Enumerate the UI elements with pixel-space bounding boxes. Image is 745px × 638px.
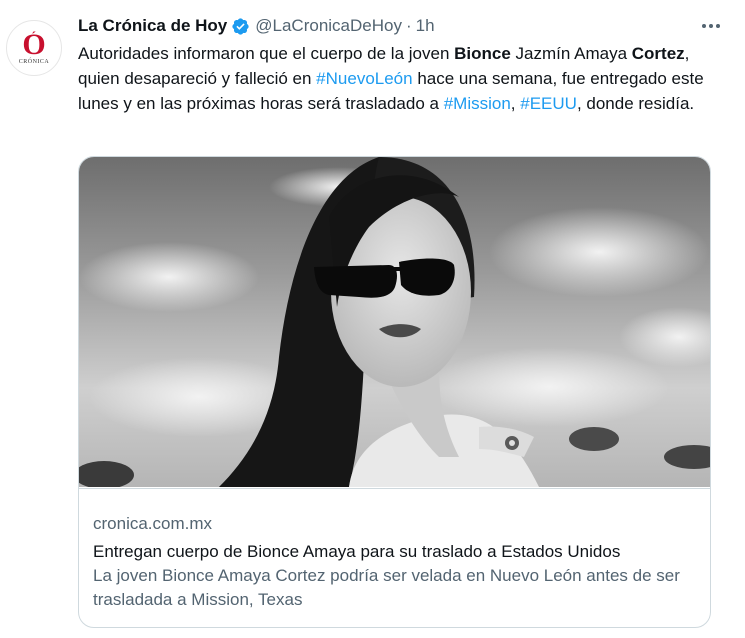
tweet[interactable]: ´ O CRÓNICA La Crónica de Hoy @LaCronicaD… xyxy=(0,0,745,638)
tweet-text: Autoridades informaron que el cuerpo de … xyxy=(78,44,704,113)
separator-dot: · xyxy=(405,16,412,35)
link-card[interactable]: cronica.com.mx Entregan cuerpo de Bionce… xyxy=(78,156,711,628)
hashtag-link[interactable]: #EEUU xyxy=(520,94,577,113)
card-image[interactable] xyxy=(79,157,710,487)
card-domain: cronica.com.mx xyxy=(93,514,213,533)
card-description: La joven Bionce Amaya Cortez podría ser … xyxy=(93,566,680,609)
timestamp[interactable]: 1h xyxy=(416,16,435,36)
avatar[interactable]: ´ O CRÓNICA xyxy=(6,20,62,76)
account-handle[interactable]: @LaCronicaDeHoy xyxy=(255,16,402,36)
bold-word: Cortez xyxy=(631,44,685,63)
card-meta[interactable]: cronica.com.mx Entregan cuerpo de Bionce… xyxy=(79,488,710,627)
more-options-icon[interactable] xyxy=(699,14,723,38)
hashtag-link[interactable]: #Mission xyxy=(444,94,511,113)
avatar-logo: ´ O xyxy=(22,27,46,61)
bold-word: Bionce xyxy=(454,44,511,63)
hashtag-link[interactable]: #NuevoLeón xyxy=(316,69,412,88)
verified-badge-icon xyxy=(232,17,249,35)
card-title[interactable]: Entregan cuerpo de Bionce Amaya para su … xyxy=(93,539,696,564)
tweet-header: La Crónica de Hoy @LaCronicaDeHoy · 1h xyxy=(78,14,435,38)
account-name[interactable]: La Crónica de Hoy xyxy=(78,16,227,36)
